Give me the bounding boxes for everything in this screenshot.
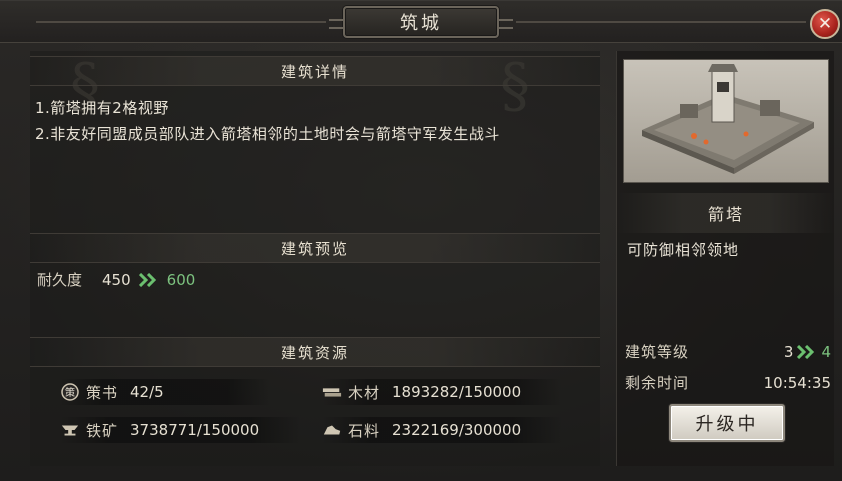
double-chevron-right-icon: [797, 344, 817, 359]
durability-row: 耐久度 450 600: [37, 269, 195, 290]
resource-stone: 石料 2322169/300000: [322, 417, 562, 443]
close-icon: ✕: [817, 13, 833, 34]
section-header-preview: 建筑预览: [30, 233, 600, 263]
resource-value: 42/5: [130, 383, 164, 401]
details-line-2: 2.非友好同盟成员部队进入箭塔相邻的土地时会与箭塔守军发生战斗: [35, 125, 500, 143]
resource-label: 石料: [348, 421, 381, 440]
close-button[interactable]: ✕: [810, 9, 840, 39]
title-divider-left: [36, 21, 326, 23]
upgrade-button[interactable]: 升级中: [669, 404, 785, 442]
double-chevron-right-icon: [138, 272, 159, 287]
building-level-row: 建筑等级 3 4: [625, 341, 831, 362]
details-line-1: 1.箭塔拥有2格视野: [35, 99, 169, 117]
title-divider-right: [516, 21, 806, 23]
building-name: 箭塔: [617, 193, 835, 233]
remaining-time-row: 剩余时间 10:54:35: [625, 372, 831, 393]
svg-text:策: 策: [65, 386, 75, 399]
building-level-value: 3 4: [784, 343, 831, 361]
resource-scroll: 策 策书 42/5: [60, 379, 270, 405]
section-header-details: 建筑详情: [30, 56, 600, 86]
left-panel: § § 建筑详情 1.箭塔拥有2格视野 2.非友好同盟成员部队进入箭塔相邻的土地…: [30, 51, 600, 466]
durability-current: 450: [102, 270, 131, 289]
building-level-next: 4: [821, 342, 831, 361]
building-image: [623, 59, 829, 183]
resource-iron: 铁矿 3738771/150000: [60, 417, 300, 443]
anvil-icon: [60, 420, 80, 440]
resource-wood: 木材 1893282/150000: [322, 379, 562, 405]
remaining-time-value: 10:54:35: [763, 373, 831, 392]
dialog-frame: 筑城 ✕ § § 建筑详情 1.箭塔拥有2格视野 2.非友好同盟成员部队进入箭塔…: [0, 0, 842, 481]
resource-label: 策书: [86, 383, 119, 402]
title-bar: 筑城: [0, 1, 842, 43]
resource-value: 1893282/150000: [392, 383, 522, 401]
dialog-title: 筑城: [329, 6, 513, 38]
durability-label: 耐久度: [37, 271, 83, 289]
resource-value: 2322169/300000: [392, 421, 522, 439]
durability-next: 600: [166, 270, 196, 289]
building-level-current: 3: [783, 342, 794, 361]
building-description: 可防御相邻领地: [627, 241, 740, 259]
resource-label: 铁矿: [86, 421, 119, 440]
details-text: 1.箭塔拥有2格视野 2.非友好同盟成员部队进入箭塔相邻的土地时会与箭塔守军发生…: [35, 95, 595, 147]
wood-icon: [322, 382, 342, 402]
building-level-label: 建筑等级: [625, 343, 690, 361]
section-header-resources: 建筑资源: [30, 337, 600, 367]
stone-icon: [322, 420, 342, 440]
resource-value: 3738771/150000: [130, 421, 260, 439]
remaining-time-label: 剩余时间: [625, 374, 690, 392]
resource-label: 木材: [348, 383, 381, 402]
scroll-icon: 策: [60, 382, 80, 402]
